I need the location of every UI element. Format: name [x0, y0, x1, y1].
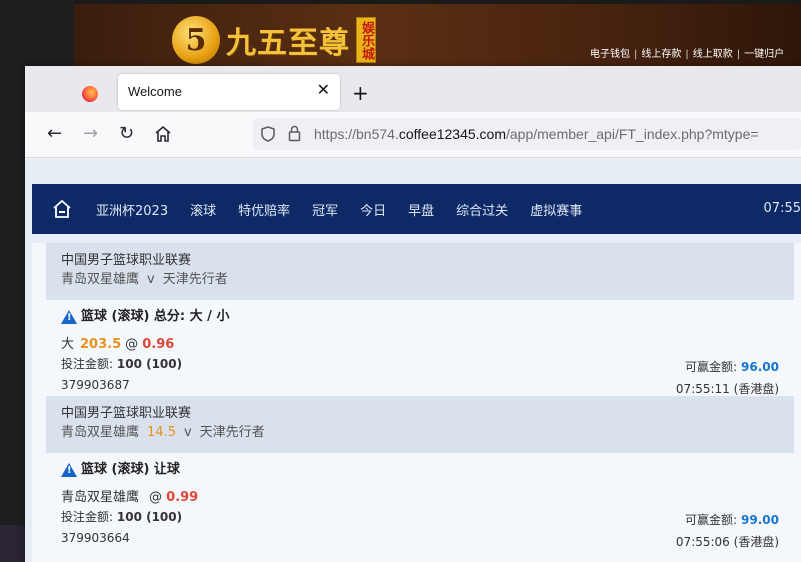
- tab-welcome[interactable]: Welcome ✕: [118, 74, 340, 110]
- bet-market: 篮球 (滚球) 让球: [61, 461, 779, 479]
- link-deposit[interactable]: 线上存款: [641, 49, 681, 60]
- stake-value: 100 (100): [116, 357, 183, 371]
- nav-item-early[interactable]: 早盘: [408, 200, 434, 219]
- away-team: 天津先行者: [162, 272, 228, 287]
- navigation-toolbar: ← → ↻ https://bn574.coffee12345.com/app/…: [25, 112, 801, 158]
- stake-value: 100 (100): [116, 510, 183, 524]
- match-teams: 青岛双星雄鹰 14.5 v 天津先行者: [61, 424, 779, 442]
- vs-label: v: [183, 425, 192, 440]
- bet-details: 篮球 (滚球) 让球 青岛双星雄鹰@ 0.99 投注金额: 100 (100) …: [46, 453, 794, 549]
- link-e-wallet[interactable]: 电子钱包: [590, 49, 630, 60]
- warning-icon: [61, 310, 77, 324]
- stake-amount: 投注金额: 100 (100): [61, 507, 779, 527]
- bet-header: 中国男子篮球职业联赛 青岛双星雄鹰 14.5 v 天津先行者: [46, 396, 794, 453]
- nav-item-asian-cup[interactable]: 亚洲杯2023: [96, 200, 168, 219]
- market-title: 篮球 (滚球) 让球: [81, 462, 180, 477]
- nav-item-in-play[interactable]: 滚球: [190, 200, 216, 219]
- selection-name: 青岛双星雄鹰: [61, 490, 140, 505]
- ticket-id: 379903687: [61, 378, 130, 392]
- forward-icon[interactable]: →: [83, 123, 98, 144]
- bet-market: 篮球 (滚球) 总分: 大 / 小: [61, 308, 779, 326]
- bet-time: 07:55:11 (香港盘): [675, 382, 779, 396]
- odds-value: 0.99: [166, 490, 199, 505]
- tab-strip: Welcome ✕ +: [25, 66, 801, 112]
- logo-text: 九五至尊: [226, 26, 350, 61]
- logo-badge: 娱乐城: [356, 17, 376, 63]
- payout: 可赢金额: 96.00: [685, 358, 779, 375]
- match-teams: 青岛双星雄鹰 v 天津先行者: [61, 271, 779, 289]
- bet-item: 中国男子篮球职业联赛 青岛双星雄鹰 v 天津先行者 篮球 (滚球) 总分: 大 / …: [32, 243, 794, 396]
- warning-icon: [61, 463, 77, 477]
- vs-label: v: [147, 272, 155, 287]
- home-icon[interactable]: [52, 199, 72, 219]
- shield-icon[interactable]: [261, 126, 275, 142]
- at-symbol: @: [149, 490, 163, 505]
- bet-selection: 大 203.5 @ 0.96: [61, 336, 779, 354]
- nav-item-parlay[interactable]: 综合过关: [456, 200, 508, 219]
- url-path: /app/member_api/FT_index.php?mtype=: [506, 126, 759, 142]
- browser-window: Welcome ✕ + ← → ↻ https://bn574.coffee12…: [25, 66, 801, 562]
- page-content: 亚洲杯2023 滚球 特优赔率 冠军 今日 早盘 综合过关 虚拟赛事 07:55…: [25, 159, 801, 562]
- back-icon[interactable]: ←: [47, 123, 62, 144]
- league-name: 中国男子篮球职业联赛: [61, 406, 192, 421]
- nav-item-outright[interactable]: 冠军: [312, 200, 338, 219]
- url-text[interactable]: https://bn574.coffee12345.com/app/member…: [314, 126, 759, 142]
- payout-label: 可赢金额:: [684, 360, 738, 374]
- stake-label: 投注金额:: [61, 510, 114, 524]
- link-one-click-return[interactable]: 一键归户: [744, 49, 784, 60]
- tab-title: Welcome: [128, 84, 182, 99]
- at-symbol: @: [125, 337, 139, 352]
- home-icon[interactable]: [154, 125, 172, 143]
- stake-amount: 投注金额: 100 (100): [61, 354, 779, 374]
- selection-line: 203.5: [80, 337, 122, 352]
- close-icon[interactable]: ✕: [317, 80, 330, 99]
- url-prefix: https://bn574.: [314, 126, 399, 142]
- nav-item-today[interactable]: 今日: [360, 200, 386, 219]
- account-links: 电子钱包 | 线上存款 | 线上取款 | 一键归户: [590, 49, 785, 60]
- payout-label: 可赢金额:: [684, 513, 738, 527]
- url-bar[interactable]: https://bn574.coffee12345.com/app/member…: [253, 118, 801, 150]
- odds-value: 0.96: [142, 337, 175, 352]
- url-host: coffee12345.com: [398, 126, 506, 142]
- market-title: 篮球 (滚球) 总分: 大 / 小: [81, 309, 230, 324]
- selection-name: 大: [61, 337, 75, 352]
- bet-time: 07:55:06 (香港盘): [675, 535, 779, 549]
- logo-mark: 5: [172, 16, 220, 64]
- site-nav-items: 亚洲杯2023 滚球 特优赔率 冠军 今日 早盘 综合过关 虚拟赛事: [96, 200, 604, 219]
- payout-value: 99.00: [741, 513, 779, 527]
- home-team: 青岛双星雄鹰: [61, 272, 140, 287]
- stake-label: 投注金额:: [61, 357, 114, 371]
- home-team: 青岛双星雄鹰: [61, 425, 140, 440]
- handicap-value: 14.5: [147, 425, 176, 440]
- site-logo[interactable]: 5 九五至尊 娱乐城: [172, 16, 376, 64]
- ticket-id: 379903664: [61, 531, 130, 545]
- site-nav-bar: 亚洲杯2023 滚球 特优赔率 冠军 今日 早盘 综合过关 虚拟赛事 07:55: [32, 184, 801, 234]
- bet-list: 中国男子篮球职业联赛 青岛双星雄鹰 v 天津先行者 篮球 (滚球) 总分: 大 / …: [32, 243, 801, 562]
- logo-badge-text: 娱乐城: [359, 20, 374, 60]
- nav-clock: 07:55: [763, 201, 801, 216]
- reload-icon[interactable]: ↻: [119, 123, 134, 144]
- away-team: 天津先行者: [199, 425, 265, 440]
- lock-icon[interactable]: [288, 125, 301, 142]
- payout-value: 96.00: [741, 360, 779, 374]
- bet-selection: 青岛双星雄鹰 @ 0.99: [61, 489, 779, 507]
- bet-item: 中国男子篮球职业联赛 青岛双星雄鹰 14.5 v 天津先行者 篮球 (滚球) 让球 青…: [32, 396, 794, 549]
- payout: 可赢金额: 99.00: [685, 511, 779, 528]
- firefox-icon[interactable]: [82, 86, 98, 102]
- league-name: 中国男子篮球职业联赛: [61, 253, 192, 268]
- background-site-banner: 5 九五至尊 娱乐城 电子钱包 | 线上存款 | 线上取款 | 一键归户: [74, 4, 801, 70]
- bet-details: 篮球 (滚球) 总分: 大 / 小 大 203.5@ 0.96 投注金额: 100…: [46, 300, 794, 396]
- bet-header: 中国男子篮球职业联赛 青岛双星雄鹰 v 天津先行者: [46, 243, 794, 300]
- new-tab-button[interactable]: +: [352, 81, 369, 105]
- link-withdraw[interactable]: 线上取款: [693, 49, 733, 60]
- nav-item-virtual[interactable]: 虚拟赛事: [530, 200, 582, 219]
- nav-item-special-odds[interactable]: 特优赔率: [238, 200, 290, 219]
